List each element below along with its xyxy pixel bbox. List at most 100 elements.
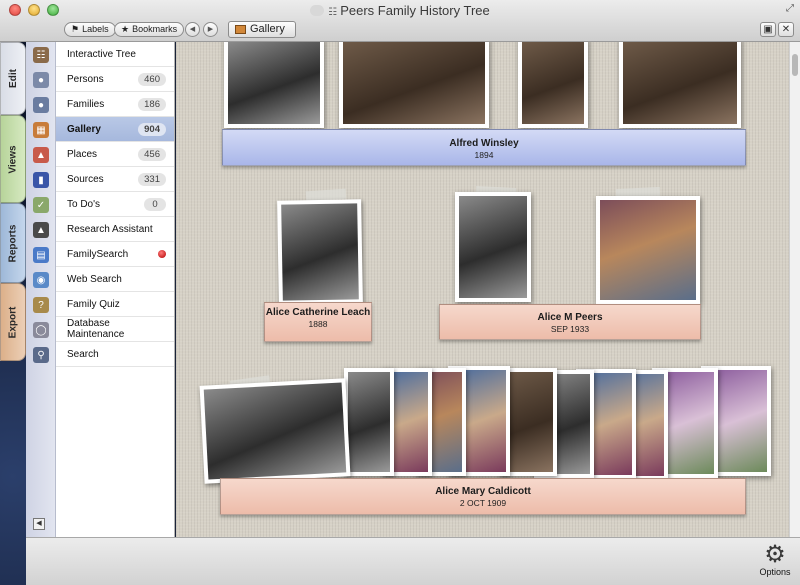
sidebar-item-label: Interactive Tree bbox=[67, 48, 136, 60]
sidebar-toggle-button[interactable]: ▣ bbox=[760, 22, 776, 37]
sidebar-item-families[interactable]: Families 186 bbox=[56, 92, 174, 117]
gallery-photo[interactable] bbox=[596, 196, 700, 304]
sidebar-item-label: Persons bbox=[67, 73, 104, 85]
person-name: Alice Catherine Leach bbox=[265, 307, 371, 318]
sidebar-item-interactive-tree[interactable]: Interactive Tree bbox=[56, 42, 174, 67]
sidebar-item-sources[interactable]: Sources 331 bbox=[56, 167, 174, 192]
fullscreen-icon[interactable]: ⤢ bbox=[786, 3, 794, 14]
tab-views-label: Views bbox=[7, 144, 19, 174]
source-book-icon[interactable]: ▮ bbox=[33, 172, 49, 188]
quiz-question-icon[interactable]: ? bbox=[33, 297, 49, 313]
person-card-alice-mary-caldicott[interactable]: Alice Mary Caldicott 2 OCT 1909 bbox=[220, 478, 746, 515]
tab-views[interactable]: Views bbox=[0, 115, 26, 203]
bottom-bar: ⚙ Options bbox=[26, 537, 800, 585]
person-date: 1888 bbox=[308, 319, 328, 329]
gallery-photo[interactable] bbox=[455, 192, 531, 302]
sidebar-item-persons[interactable]: Persons 460 bbox=[56, 67, 174, 92]
breadcrumb-label: Gallery bbox=[250, 23, 285, 35]
person-card-alice-catherine-leach[interactable]: Alice Catherine Leach 1888 bbox=[264, 302, 372, 342]
gallery-photo[interactable] bbox=[277, 199, 363, 305]
gallery-photo[interactable] bbox=[619, 42, 741, 128]
tab-export-label: Export bbox=[7, 306, 19, 338]
family-tree-icon: ☷ bbox=[328, 7, 338, 18]
tab-export[interactable]: Export bbox=[0, 283, 26, 361]
family-icon[interactable]: ● bbox=[33, 97, 49, 113]
person-date: 1894 bbox=[474, 150, 494, 160]
todo-check-icon[interactable]: ✓ bbox=[33, 197, 49, 213]
gallery-photo[interactable] bbox=[339, 42, 489, 128]
sidebar-item-label: Places bbox=[67, 148, 98, 160]
tab-reports[interactable]: Reports bbox=[0, 203, 26, 283]
sidebar-item-label: Families bbox=[67, 98, 105, 110]
star-icon: ★ bbox=[121, 24, 130, 34]
back-arrow-icon: ◀ bbox=[189, 26, 196, 33]
labels-button-label: Labels bbox=[82, 24, 109, 34]
sidebar-item-gallery[interactable]: Gallery 904 bbox=[56, 117, 174, 142]
window-title: Peers Family History Tree bbox=[340, 3, 490, 18]
sidebar-item-label: To Do's bbox=[67, 198, 101, 210]
familysearch-icon[interactable]: ▤ bbox=[33, 247, 49, 263]
sidebar-item-label: Family Quiz bbox=[67, 298, 120, 310]
person-card-alfred-winsley[interactable]: Alfred Winsley 1894 bbox=[222, 129, 746, 166]
gallery-scrollbar[interactable] bbox=[789, 42, 800, 537]
sidebar-item-label: Sources bbox=[67, 173, 104, 185]
person-name: Alice M Peers bbox=[537, 312, 603, 323]
place-pin-icon[interactable]: ▲ bbox=[33, 147, 49, 163]
gallery-photo[interactable] bbox=[344, 368, 394, 476]
search-icon[interactable]: ⚲ bbox=[33, 347, 49, 363]
gallery-photo[interactable] bbox=[199, 378, 351, 484]
close-view-button[interactable]: ✕ bbox=[778, 22, 794, 37]
forward-arrow-icon: ▶ bbox=[207, 26, 214, 33]
gallery-photo[interactable] bbox=[224, 42, 324, 128]
sidebar-item-web-search[interactable]: Web Search bbox=[56, 267, 174, 292]
sidebar-item-family-quiz[interactable]: Family Quiz bbox=[56, 292, 174, 317]
bookmarks-button-label: Bookmarks bbox=[132, 24, 178, 34]
options-label: Options bbox=[759, 567, 791, 577]
sidebar-item-database-maintenance[interactable]: Database Maintenance bbox=[56, 317, 174, 342]
gallery-icon[interactable]: ▦ bbox=[33, 122, 49, 138]
sidebar-item-label: Research Assistant bbox=[67, 223, 153, 235]
count-badge: 0 bbox=[144, 197, 166, 211]
gear-icon: ⚙ bbox=[764, 541, 786, 568]
sidebar-item-label: Search bbox=[67, 348, 99, 360]
tree-icon[interactable]: ☷ bbox=[33, 47, 49, 63]
tab-reports-label: Reports bbox=[7, 224, 19, 262]
sidebar-item-research-assistant[interactable]: Research Assistant bbox=[56, 217, 174, 242]
database-icon[interactable]: ◯ bbox=[33, 322, 49, 338]
sidebar-item-todos[interactable]: To Do's 0 bbox=[56, 192, 174, 217]
window-title-area: ☷ Peers Family History Tree bbox=[0, 3, 800, 18]
collapse-sidebar-icon[interactable]: ◀ bbox=[33, 518, 45, 530]
gallery-canvas: Alfred Winsley 1894 Alice Catherine Leac… bbox=[176, 42, 789, 537]
gallery-icon bbox=[235, 25, 246, 34]
back-button[interactable]: ◀ bbox=[185, 22, 200, 37]
person-date: SEP 1933 bbox=[550, 324, 590, 334]
count-badge: 456 bbox=[138, 147, 166, 161]
icon-column: ☷ ● ● ▦ ▲ ▮ ✓ ▲ ▤ ◉ ? ◯ ⚲ bbox=[26, 42, 56, 537]
tab-edit[interactable]: Edit bbox=[0, 42, 26, 115]
close-icon: ✕ bbox=[781, 24, 791, 35]
sidebar-item-label: Database Maintenance bbox=[67, 318, 125, 340]
options-button[interactable]: ⚙ Options bbox=[758, 541, 792, 578]
research-hat-icon[interactable]: ▲ bbox=[33, 222, 49, 238]
sidebar-item-familysearch[interactable]: FamilySearch bbox=[56, 242, 174, 267]
person-card-alice-m-peers[interactable]: Alice M Peers SEP 1933 bbox=[439, 304, 701, 340]
labels-button[interactable]: ⚑ Labels bbox=[64, 22, 116, 37]
sidebar-item-places[interactable]: Places 456 bbox=[56, 142, 174, 167]
breadcrumb[interactable]: Gallery bbox=[228, 21, 296, 38]
gallery-photo[interactable] bbox=[518, 42, 588, 128]
tab-edit-label: Edit bbox=[7, 69, 19, 88]
sidebar: Interactive Tree Persons 460 Families 186 … bbox=[56, 42, 175, 537]
bookmarks-button[interactable]: ★ Bookmarks bbox=[114, 22, 185, 37]
forward-button[interactable]: ▶ bbox=[203, 22, 218, 37]
person-icon[interactable]: ● bbox=[33, 72, 49, 88]
scrollbar-thumb[interactable] bbox=[792, 54, 798, 76]
sidebar-item-label: Web Search bbox=[67, 273, 122, 285]
flag-icon: ⚑ bbox=[71, 24, 80, 34]
sidebar-item-search[interactable]: Search bbox=[56, 342, 174, 367]
sidebar-item-label: FamilySearch bbox=[67, 248, 129, 260]
cloud-icon bbox=[310, 5, 325, 16]
person-name: Alice Mary Caldicott bbox=[435, 486, 531, 497]
web-globe-icon[interactable]: ◉ bbox=[33, 272, 49, 288]
person-date: 2 OCT 1909 bbox=[459, 498, 507, 508]
panel-icon: ▣ bbox=[763, 24, 773, 35]
